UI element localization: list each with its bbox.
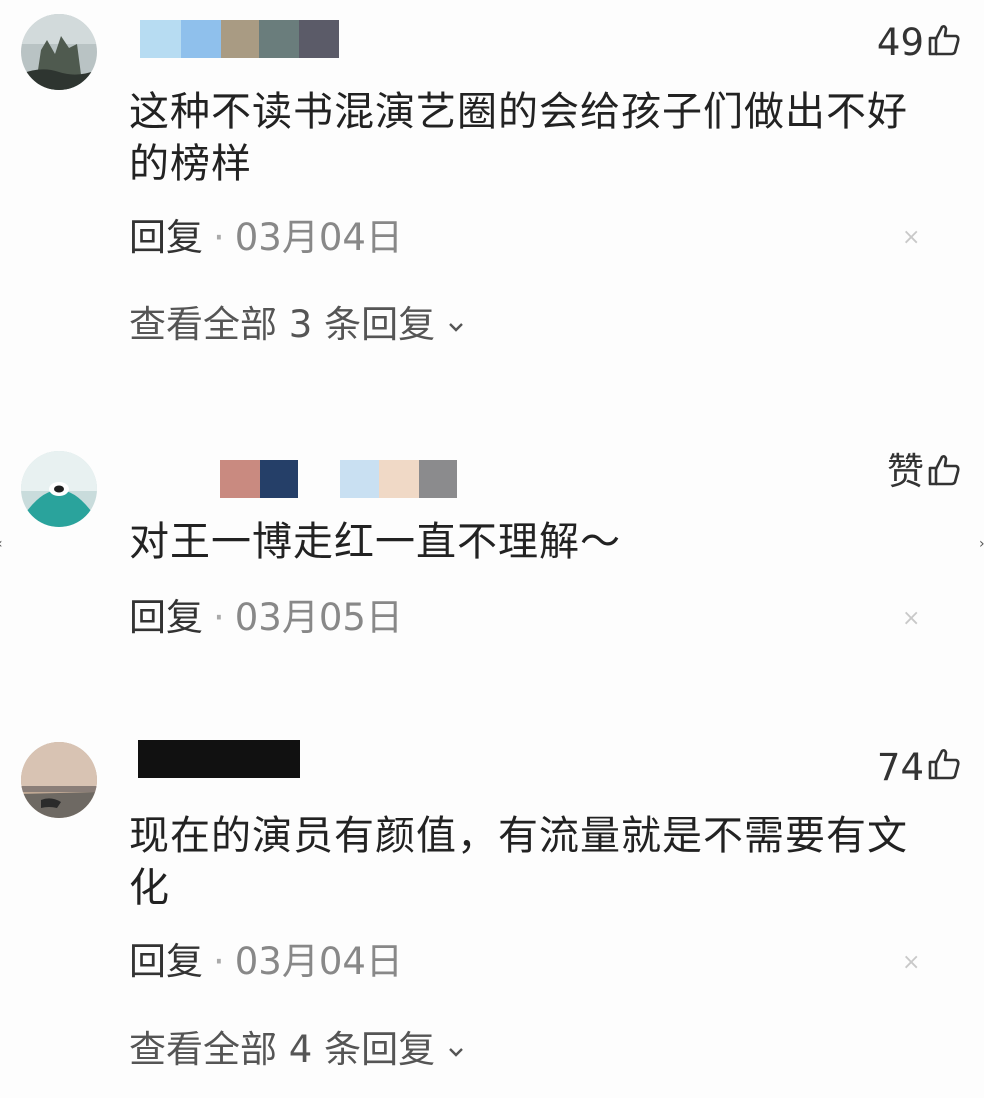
comment-text: 这种不读书混演艺圈的会给孩子们做出不好的榜样 (129, 89, 908, 187)
reply-button[interactable]: 回复 (129, 940, 203, 983)
close-icon[interactable]: × (902, 227, 920, 249)
meta-separator: · (213, 596, 225, 639)
view-replies-label: 查看全部 4 条回复 (129, 1028, 436, 1071)
chevron-down-icon (448, 1047, 463, 1057)
chevron-down-icon (448, 322, 463, 332)
comment-list-page: ‹ › 49 这种不读书混演艺圈的会给孩子们做出不好的榜样 回复·03月04日 (0, 0, 984, 1098)
comment-meta: 回复 · 03月05日 (129, 598, 403, 638)
comment-text: 对王一博走红一直不理解～ (129, 519, 621, 565)
comment-meta: 回复 · 03月04日 (129, 218, 403, 258)
username-redacted[interactable] (140, 20, 339, 58)
comment-text: 现在的演员有颜值，有流量就是不需要有文化 (129, 813, 908, 911)
meta-separator: · (213, 940, 225, 983)
comment-item: 74 现在的演员有颜值，有流量就是不需要有文化 回复 · 03月04日 × 查看全部… (0, 728, 984, 1098)
like-count: 49 (876, 21, 924, 64)
close-icon[interactable]: × (902, 608, 920, 630)
reply-button[interactable]: 回复 (129, 596, 203, 639)
avatar[interactable] (21, 742, 97, 818)
comment-date: 03月04日 (234, 940, 403, 983)
meta-separator: · (213, 216, 225, 259)
close-icon[interactable]: × (902, 952, 920, 974)
thumbs-up-icon[interactable] (926, 22, 962, 58)
comment-date: 03月04日 (234, 216, 403, 259)
comment-item: 赞 对王一博走红一直不理解～ 回复 · 03月05日 × (0, 440, 984, 660)
username-redacted[interactable] (138, 740, 300, 778)
username-redacted[interactable] (220, 460, 457, 498)
like-count: 74 (876, 746, 924, 789)
view-replies-label: 查看全部 3 条回复 (129, 303, 436, 346)
view-all-replies-link[interactable]: 查看全部 4 条回复 (129, 1030, 465, 1070)
thumbs-up-icon[interactable] (926, 452, 962, 488)
thumbs-up-icon[interactable] (926, 746, 962, 782)
avatar[interactable] (21, 451, 97, 527)
view-all-replies-link[interactable]: 查看全部 3 条回复 (129, 305, 465, 345)
reply-button[interactable]: 回复 (129, 216, 203, 259)
comment-item: 49 这种不读书混演艺圈的会给孩子们做出不好的榜样 回复 · 03月04日 × 查看… (0, 0, 984, 380)
like-label: 赞 (887, 450, 924, 493)
comment-date: 03月05日 (234, 596, 403, 639)
comment-meta: 回复 · 03月04日 (129, 942, 403, 982)
avatar[interactable] (21, 14, 97, 90)
